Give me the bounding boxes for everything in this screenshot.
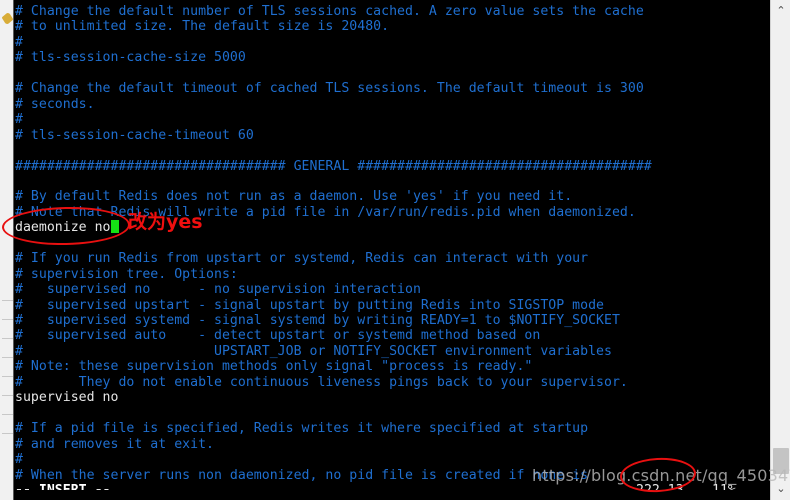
editor-line-text: # tls-session-cache-size 5000 (15, 50, 246, 66)
editor-line: # If you run Redis from upstart or syste… (15, 250, 588, 267)
editor-line: # UPSTART_JOB or NOTIFY_SOCKET environme… (15, 343, 612, 360)
editor-line: # supervised upstart - signal upstart by… (15, 297, 604, 314)
editor-line: # supervised no - no supervision interac… (15, 281, 421, 298)
editor-line: # and removes it at exit. (15, 436, 214, 453)
editor-line-text: # Change the default timeout of cached T… (15, 81, 644, 97)
editor-line-text: # supervision tree. Options: (15, 266, 238, 282)
editor-line-text: supervised no (15, 390, 119, 406)
editor-line: ################################## GENER… (15, 158, 652, 175)
editor-line-text: # They do not enable continuous liveness… (15, 374, 628, 390)
editor-line: supervised no (15, 389, 118, 406)
gutter-pencil-icon (1, 11, 14, 26)
gutter-tick (2, 319, 13, 320)
editor-line-text: # By default Redis does not run as a dae… (15, 189, 573, 205)
editor-line: # Note: these supervision methods only s… (15, 358, 532, 375)
editor-line: # tls-session-cache-size 5000 (15, 49, 246, 66)
editor-line-text: # Change the default number of TLS sessi… (15, 4, 644, 19)
editor-line-text: ################################## GENER… (15, 158, 652, 174)
editor-line-text: # to unlimited size. The default size is… (15, 19, 390, 35)
editor-line: # By default Redis does not run as a dae… (15, 188, 572, 205)
terminal-window: # Change the default number of TLS sessi… (0, 0, 790, 500)
gutter-tick (2, 357, 13, 358)
gutter-tick (2, 300, 13, 301)
gutter-tick (2, 414, 13, 415)
gutter-tick (2, 395, 13, 396)
editor-line-text: # Note: these supervision methods only s… (15, 359, 533, 375)
editor-line-text: # supervised systemd - signal systemd by… (15, 313, 620, 328)
window-left-gutter (0, 0, 14, 500)
editor-line-text: # If a pid file is specified, Redis writ… (15, 421, 589, 437)
scroll-up-arrow-icon[interactable]: ⌃ (771, 2, 790, 20)
editor-line: # (15, 451, 23, 468)
editor-line-text: # (15, 452, 23, 468)
editor-line-text: # tls-session-cache-timeout 60 (15, 127, 254, 143)
editor-line: # to unlimited size. The default size is… (15, 18, 389, 35)
editor-line: # Change the default timeout of cached T… (15, 80, 644, 97)
editor-line: # If a pid file is specified, Redis writ… (15, 420, 588, 437)
editor-line-text: # If you run Redis from upstart or syste… (15, 251, 589, 267)
editor-line-text: # (15, 112, 23, 128)
editor-line: # supervised auto - detect upstart or sy… (15, 327, 540, 344)
editor-line-text: # seconds. (15, 96, 95, 112)
gutter-tick (2, 338, 13, 339)
editor-line: # When the server runs non daemonized, n… (15, 467, 588, 484)
editor-line-text: # and removes it at exit. (15, 436, 214, 452)
editor-line: # Change the default number of TLS sessi… (15, 3, 644, 20)
editor-line: # supervised systemd - signal systemd by… (15, 312, 620, 329)
editor-line-text: # supervised auto - detect upstart or sy… (15, 328, 541, 344)
editor-line-text: # (15, 34, 23, 50)
vertical-scrollbar[interactable]: ⌃ ⌄ (770, 0, 790, 500)
editor-line: # (15, 34, 23, 51)
editor-line-text: # supervised upstart - signal upstart by… (15, 297, 605, 313)
editor-line: # tls-session-cache-timeout 60 (15, 127, 254, 144)
editor-line-text: # UPSTART_JOB or NOTIFY_SOCKET environme… (15, 343, 612, 359)
annotation-change-to-yes: 改为yes (128, 211, 203, 233)
editor-line: # (15, 111, 23, 128)
gutter-tick (2, 376, 13, 377)
editor-line: # They do not enable continuous liveness… (15, 374, 628, 391)
editor-line-text: # supervised no - no supervision interac… (15, 282, 421, 298)
gutter-tick (2, 433, 13, 434)
editor-line: # seconds. (15, 96, 95, 113)
editor-line-text: # When the server runs non daemonized, n… (15, 467, 589, 483)
editor-line: # supervision tree. Options: (15, 266, 238, 283)
editor-text-area[interactable]: # Change the default number of TLS sessi… (15, 0, 770, 500)
